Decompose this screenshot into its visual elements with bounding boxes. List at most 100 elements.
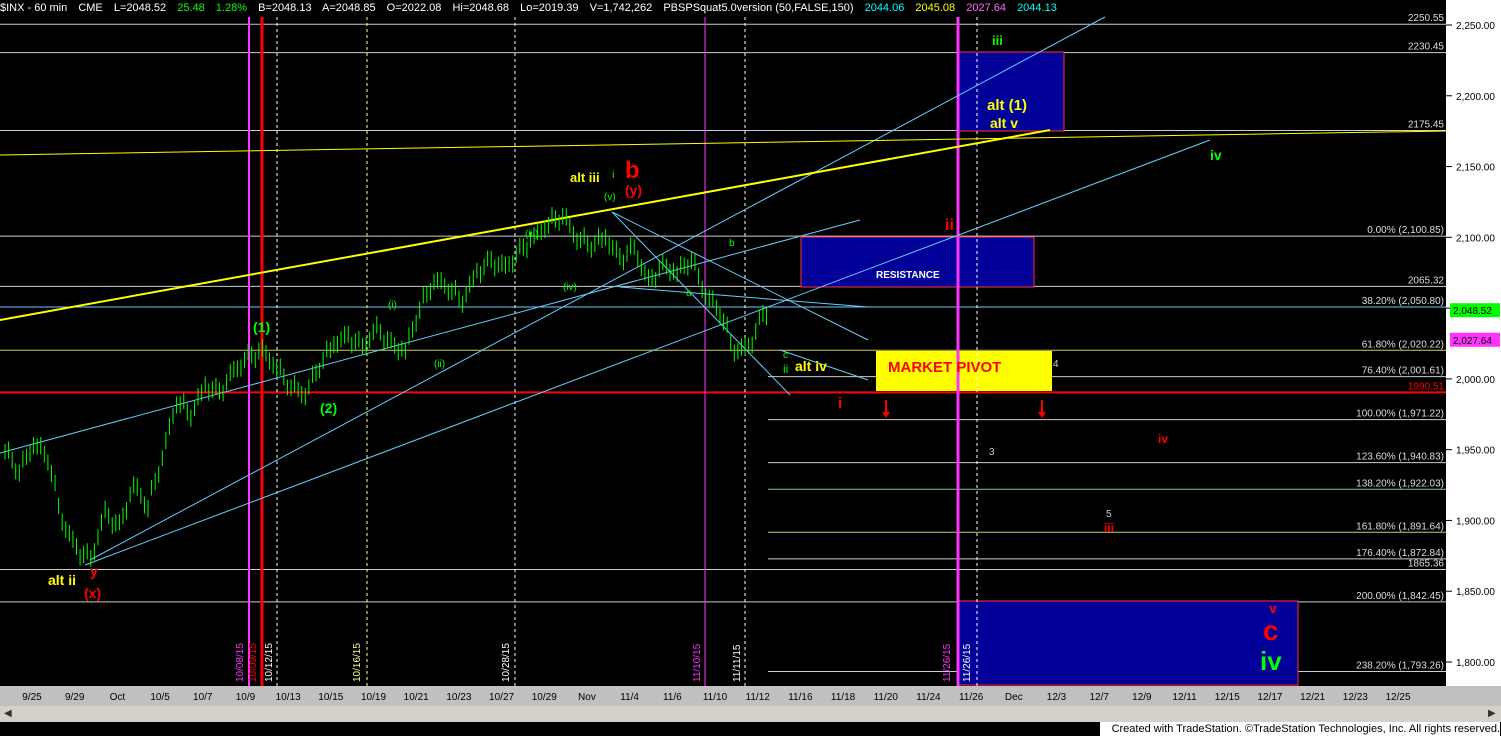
x-tick-label-24: 12/3 xyxy=(1047,692,1067,703)
y-tick-label-9: 1,800.00 xyxy=(1456,658,1495,669)
horizontal-scrollbar[interactable] xyxy=(0,706,1501,722)
wave-label-5: alt iii xyxy=(570,170,600,185)
x-tick-label-12: 10/29 xyxy=(532,692,557,703)
level-label-7: 76.40% (2,001.61) xyxy=(1362,366,1444,377)
x-tick-label-29: 12/17 xyxy=(1257,692,1282,703)
y-tick-label-5: 2,000.00 xyxy=(1456,375,1495,386)
wave-label-7: (y) xyxy=(625,182,642,198)
wave-label-25: RESISTANCE xyxy=(876,270,940,281)
price-chart: 2250.55 2230.45 2175.45 0.00% (2,100.85) 206… xyxy=(0,13,1500,703)
level-label-8: 1990.51 xyxy=(1408,381,1445,392)
wave-label-33: c xyxy=(1263,615,1279,646)
x-tick-label-16: 11/10 xyxy=(703,692,728,703)
x-tick-label-4: 10/7 xyxy=(193,692,213,703)
wave-label-13: (ii) xyxy=(434,359,445,370)
y-tick-label-7: 1,900.00 xyxy=(1456,516,1495,527)
level-label-4: 2065.32 xyxy=(1408,275,1445,286)
level-label-6: 61.80% (2,020.22) xyxy=(1362,339,1444,350)
wave-label-18: alt iv xyxy=(795,358,827,374)
x-tick-label-5: 10/9 xyxy=(236,692,256,703)
price-badge-label-0: 2,048.52 xyxy=(1453,306,1492,317)
x-tick-label-8: 10/19 xyxy=(361,692,386,703)
wave-label-23: alt v xyxy=(990,115,1018,131)
vertical-date-label-8: 11/26/15 xyxy=(962,643,973,682)
chart-root: $INX - 60 min CME L=2048.52 25.48 1.28% … xyxy=(0,0,1501,736)
wave-label-20: ii xyxy=(945,217,954,234)
scroll-right-icon[interactable]: ▶ xyxy=(1488,708,1496,719)
wave-label-26: MARKET PIVOT xyxy=(888,359,1001,376)
x-tick-label-19: 11/18 xyxy=(831,692,856,703)
wave-label-6: b xyxy=(625,157,640,184)
vertical-date-label-0: 10/08/15 xyxy=(235,643,246,682)
wave-label-29: iv xyxy=(1158,432,1168,446)
wave-label-31: iii xyxy=(1104,521,1114,535)
x-tick-label-20: 11/20 xyxy=(874,692,899,703)
y-tick-label-3: 2,100.00 xyxy=(1456,233,1495,244)
footer-credit: Created with TradeStation. ©TradeStation… xyxy=(1100,722,1500,736)
x-tick-label-32: 12/25 xyxy=(1385,692,1410,703)
vertical-date-label-4: 10/28/15 xyxy=(501,643,512,682)
wave-label-4: (2) xyxy=(320,400,337,416)
wave-label-27: 4 xyxy=(1053,359,1059,370)
y-tick-label-1: 2,200.00 xyxy=(1456,92,1495,103)
wave-label-8: i xyxy=(612,169,614,181)
y-tick-label-8: 1,850.00 xyxy=(1456,587,1495,598)
x-tick-label-7: 10/15 xyxy=(318,692,343,703)
vertical-date-label-5: 11/10/15 xyxy=(692,643,703,682)
wave-label-2: (x) xyxy=(84,585,101,601)
wave-label-15: b xyxy=(729,238,735,249)
x-tick-label-0: 9/25 xyxy=(22,692,42,703)
wave-label-9: (v) xyxy=(604,192,616,203)
level-label-10: 123.60% (1,940.83) xyxy=(1356,452,1444,463)
level-label-0: 2250.55 xyxy=(1408,13,1445,24)
price-badge-label-1: 2,027.64 xyxy=(1453,336,1492,347)
wave-label-34: iv xyxy=(1260,646,1282,676)
x-tick-label-9: 10/21 xyxy=(404,692,429,703)
level-label-14: 1865.36 xyxy=(1408,558,1445,569)
vertical-date-label-3: 10/16/15 xyxy=(352,643,363,682)
plot-area xyxy=(0,17,1446,686)
wave-label-0: alt ii xyxy=(48,572,76,588)
wave-label-3: (1) xyxy=(253,319,270,335)
x-tick-label-27: 12/11 xyxy=(1172,692,1197,703)
y-tick-label-6: 1,950.00 xyxy=(1456,446,1495,457)
target-box-bottom xyxy=(958,600,1299,686)
level-label-11: 138.20% (1,922.03) xyxy=(1356,478,1444,489)
vertical-date-label-6: 11/11/15 xyxy=(732,644,743,682)
wave-label-1: y xyxy=(90,563,98,579)
x-tick-label-17: 11/12 xyxy=(746,692,771,703)
x-tick-label-18: 11/16 xyxy=(788,692,813,703)
x-tick-label-11: 10/27 xyxy=(489,692,514,703)
vertical-date-label-1: 10/09/15 xyxy=(248,643,259,682)
x-tick-label-2: Oct xyxy=(110,692,126,703)
wave-label-24: iv xyxy=(1210,147,1222,163)
wave-label-11: (iv) xyxy=(563,282,577,293)
wave-label-10: (iii) xyxy=(525,229,538,240)
x-tick-label-10: 10/23 xyxy=(446,692,471,703)
level-label-16: 238.20% (1,793.26) xyxy=(1356,661,1444,672)
level-label-3: 0.00% (2,100.85) xyxy=(1367,225,1444,236)
x-tick-label-31: 12/23 xyxy=(1343,692,1368,703)
level-label-15: 200.00% (1,842.45) xyxy=(1356,591,1444,602)
wave-label-17: ii xyxy=(783,362,788,376)
wave-label-16: c xyxy=(783,350,788,361)
level-label-12: 161.80% (1,891.64) xyxy=(1356,521,1444,532)
x-tick-label-3: 10/5 xyxy=(150,692,170,703)
level-label-13: 176.40% (1,872.84) xyxy=(1356,548,1444,559)
wave-label-28: 3 xyxy=(989,447,995,458)
x-tick-label-21: 11/24 xyxy=(916,692,941,703)
wave-label-21: iii xyxy=(992,33,1003,48)
x-tick-label-1: 9/29 xyxy=(65,692,85,703)
wave-label-30: 5 xyxy=(1106,509,1112,520)
x-tick-label-6: 10/13 xyxy=(276,692,301,703)
wave-label-12: (i) xyxy=(388,300,397,311)
vertical-date-label-7: 11/26/15 xyxy=(942,643,953,682)
level-label-9: 100.00% (1,971.22) xyxy=(1356,409,1444,420)
x-tick-label-15: 11/6 xyxy=(663,692,682,703)
y-tick-label-0: 2,250.00 xyxy=(1456,21,1495,32)
x-tick-label-28: 12/15 xyxy=(1215,692,1240,703)
scroll-left-icon[interactable]: ◀ xyxy=(4,708,12,719)
y-tick-label-2: 2,150.00 xyxy=(1456,163,1495,174)
wave-label-32: v xyxy=(1269,600,1277,616)
wave-label-14: a xyxy=(686,288,692,299)
